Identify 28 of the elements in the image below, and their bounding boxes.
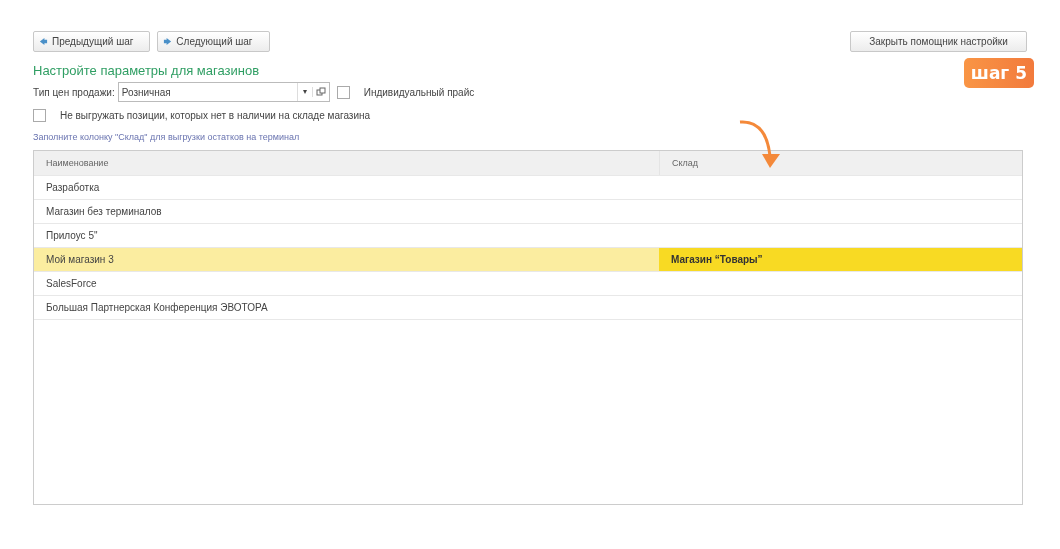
individual-price-label: Индивидуальный прайс: [363, 86, 475, 98]
table-cell: Магазин без терминалов: [46, 206, 162, 217]
close-wizard-button[interactable]: Закрыть помощник настройки: [850, 31, 1027, 52]
hint-text: Заполните колонку "Склад" для выгрузки остатков на терминал: [33, 132, 301, 142]
table-cell: Большая Партнерская Конференция ЭВОТОРА: [46, 302, 268, 313]
open-icon: [311, 87, 329, 97]
table-row[interactable]: SalesForce: [34, 272, 1022, 296]
curved-arrow-icon: [738, 118, 782, 170]
column-header[interactable]: Наименование: [34, 151, 659, 175]
section-heading: Настройте параметры для магазинов: [33, 63, 260, 78]
arrow-left-icon: [39, 37, 48, 46]
previous-step-button[interactable]: Предыдущий шаг: [33, 31, 151, 52]
table-row[interactable]: Разработка: [34, 176, 1022, 200]
next-step-button[interactable]: Следующий шаг: [157, 31, 270, 52]
table-cell: Прилоус 5": [46, 230, 98, 241]
table-cell: Разработка: [46, 182, 100, 193]
price-type-label: Тип цен продажи:: [33, 86, 115, 98]
checkbox[interactable]: [33, 109, 46, 122]
price-type-field[interactable]: Розничная ▾: [117, 82, 330, 102]
table-cell: Мой магазин 3: [46, 254, 114, 265]
table-row[interactable]: Магазин без терминалов: [34, 200, 1022, 224]
table-cell: SalesForce: [46, 278, 97, 289]
table-cell: Магазин “Товары”: [671, 254, 763, 265]
skip-missing-label: Не выгружать позиции, которых нет в наличии на складе магазина: [60, 110, 371, 121]
checkbox[interactable]: [336, 85, 350, 99]
step-badge: шаг 5: [963, 58, 1034, 88]
arrow-right-icon: [163, 37, 173, 46]
table-row[interactable]: Большая Партнерская Конференция ЭВОТОРА: [34, 296, 1022, 320]
